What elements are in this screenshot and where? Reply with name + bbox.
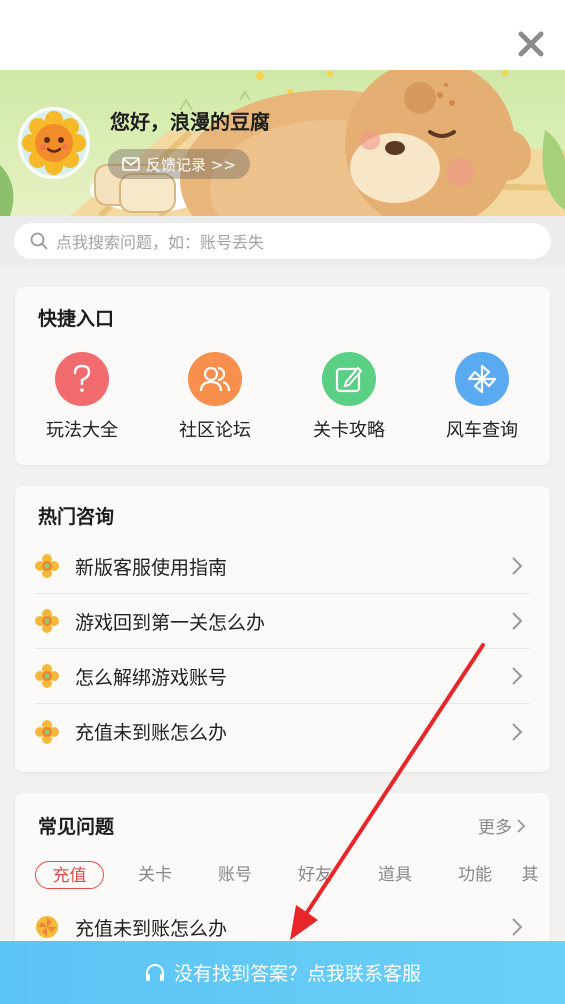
quick-entry-card: 快捷入口 玩法大全 社区论坛 关卡攻略 风车查询 [15,287,550,465]
tab-items[interactable]: 道具 [355,861,435,889]
chevron-right-icon [512,612,523,630]
list-item[interactable]: 游戏回到第一关怎么办 [35,594,530,649]
chevron-right-icon [512,667,523,685]
list-item[interactable]: 新版客服使用指南 [35,539,530,594]
quick-entry-item-guide[interactable]: 关卡攻略 [299,352,399,442]
hot-consult-label: 充值未到账怎么办 [75,722,228,744]
sunflower-avatar-icon [21,110,87,176]
avatar[interactable] [18,107,90,179]
faq-title: 常见问题 [38,816,115,838]
feedback-record-button[interactable]: 反馈记录 >> [108,149,250,179]
question-icon [55,352,109,406]
quick-entry-label: 社区论坛 [179,420,251,441]
search-placeholder: 点我搜索问题，如：账号丢失 [56,233,265,252]
contact-support-button[interactable]: 没有找到答案？点我联系客服 [0,941,565,1004]
search-area: 点我搜索问题，如：账号丢失 [0,216,565,266]
faq-tabs: 充值 关卡 账号 好友 道具 功能 其 [35,861,550,889]
quick-entry-label: 风车查询 [446,420,518,441]
flower-bullet-icon [35,554,59,578]
profile-banner: 您好，浪漫的豆腐 反馈记录 >> [0,70,565,216]
chevron-right-icon [512,557,523,575]
tab-level[interactable]: 关卡 [115,861,195,889]
more-label: 更多 [478,818,512,838]
community-icon [188,352,242,406]
quick-entry-item-community[interactable]: 社区论坛 [165,352,265,442]
quick-entry-item-windmill[interactable]: 风车查询 [432,352,532,442]
tab-recharge[interactable]: 充值 [35,861,104,889]
quick-entry-title: 快捷入口 [38,308,115,330]
chevron-right-icon [512,722,523,741]
quick-entry-label: 关卡攻略 [313,420,385,441]
tab-account[interactable]: 账号 [195,861,275,889]
windmill-bullet-icon [36,916,58,938]
top-bar [0,0,565,70]
hot-consult-card: 热门咨询 新版客服使用指南 游戏回到第一关怎么办 怎么解绑游戏账号 充值未到账怎… [15,486,550,772]
contact-support-label: 没有找到答案？点我联系客服 [173,963,421,985]
windmill-icon [455,352,509,406]
close-icon[interactable] [517,30,545,58]
faq-item-label: 充值未到账怎么办 [75,917,228,940]
flower-bullet-icon [35,664,59,688]
hot-consult-label: 怎么解绑游戏账号 [75,666,228,689]
tab-features[interactable]: 功能 [435,861,515,889]
feedback-record-label: 反馈记录 >> [146,155,236,174]
user-greeting: 您好，浪漫的豆腐 [110,110,270,134]
hot-consult-label: 新版客服使用指南 [75,556,228,579]
tab-other[interactable]: 其 [515,861,545,889]
list-item[interactable]: 充值未到账怎么办 [35,704,530,759]
hot-consult-title: 热门咨询 [38,506,115,528]
chevron-right-icon [517,818,526,833]
edit-icon [322,352,376,406]
hot-consult-label: 游戏回到第一关怎么办 [75,611,266,634]
search-icon [30,232,48,250]
headset-icon [145,963,164,981]
list-item[interactable]: 怎么解绑游戏账号 [35,649,530,704]
mail-icon [122,157,140,171]
flower-bullet-icon [35,609,59,633]
flower-bullet-icon [35,719,59,744]
chevron-right-icon [512,918,523,936]
tab-friends[interactable]: 好友 [275,861,355,889]
quick-entry-item-gameplay[interactable]: 玩法大全 [32,352,132,442]
more-link[interactable]: 更多 [478,813,526,838]
search-input[interactable]: 点我搜索问题，如：账号丢失 [14,223,551,259]
quick-entry-label: 玩法大全 [46,420,118,441]
